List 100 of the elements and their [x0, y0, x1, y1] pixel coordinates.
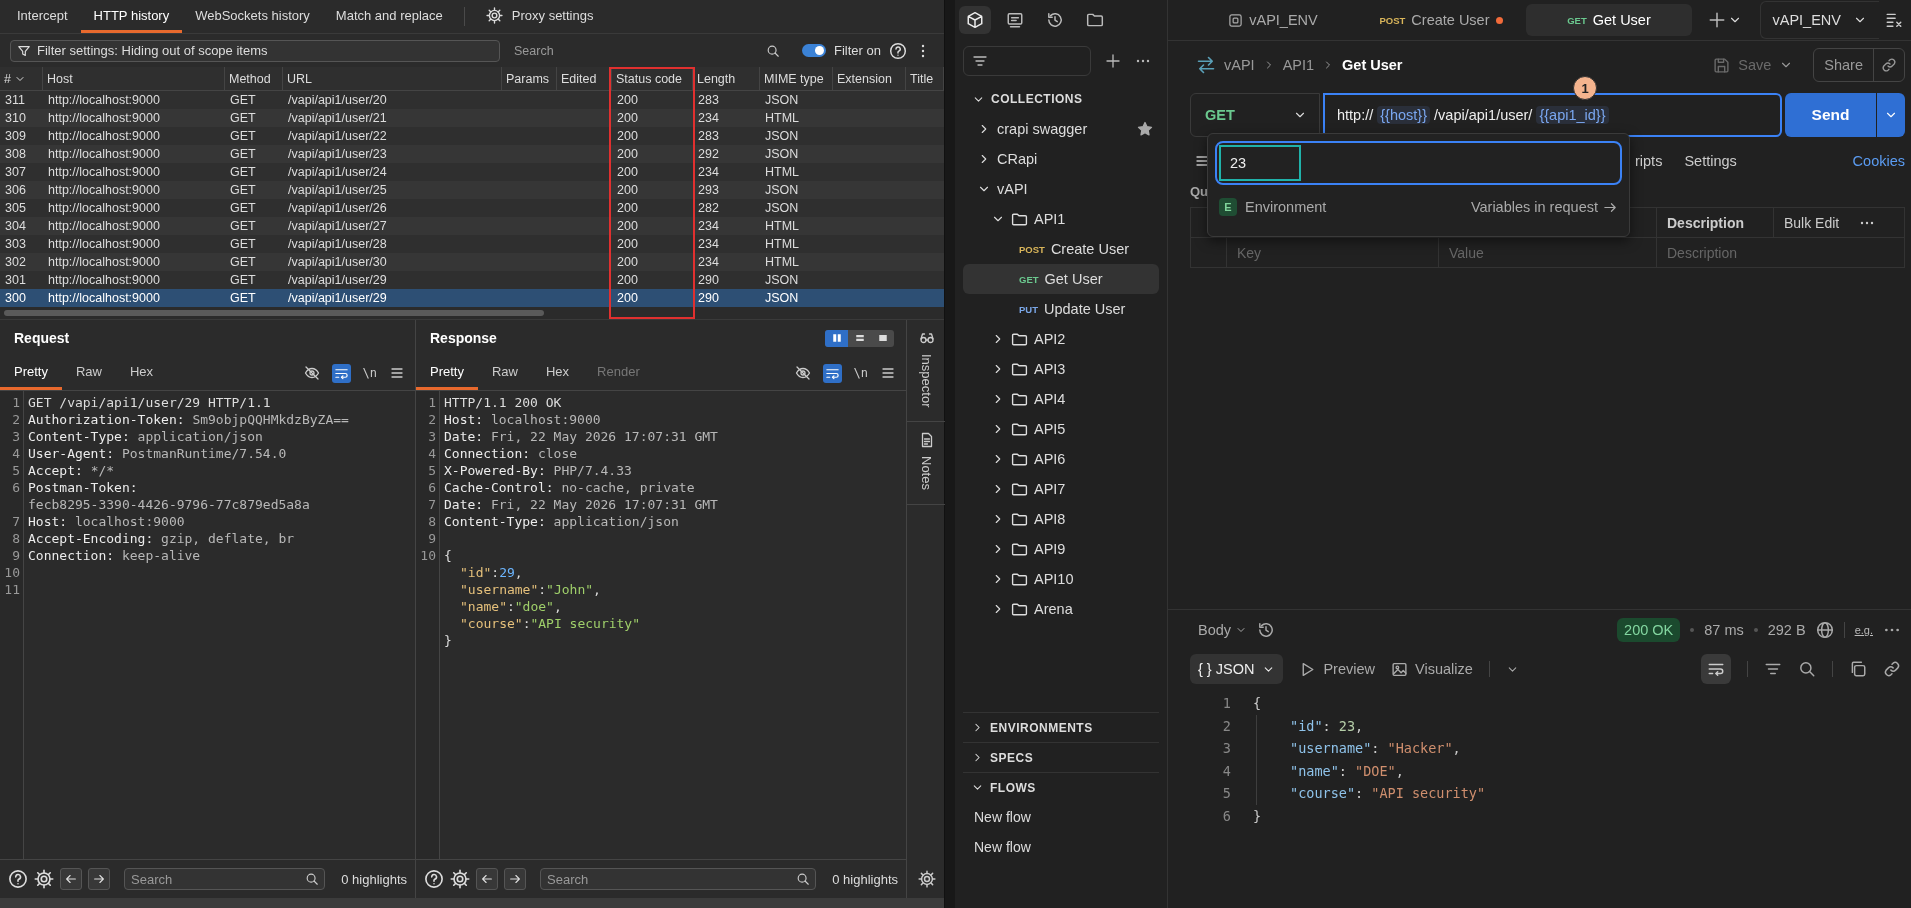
request-item[interactable]: GET Get User: [963, 264, 1159, 294]
highlights-count: 0 highlights: [832, 871, 898, 887]
column-header[interactable]: Edited: [557, 67, 612, 91]
request-item[interactable]: PUT Update User: [963, 294, 1159, 324]
environment-select[interactable]: vAPI_ENV: [1759, 1, 1879, 39]
request-tab[interactable]: GET Get User: [1526, 4, 1692, 36]
table-cell-text: http://localhost:9000: [47, 128, 161, 145]
variable-value-field[interactable]: 23: [1219, 145, 1301, 181]
bulk-edit-button[interactable]: Bulk Edit: [1784, 214, 1840, 231]
table-cell-text: JSON: [764, 182, 800, 199]
search-field[interactable]: Search: [540, 868, 817, 890]
section-header[interactable]: ENVIRONMENTS: [963, 712, 1159, 742]
table-cell-text: GET: [229, 92, 257, 109]
column-header[interactable]: MIME type: [760, 67, 833, 91]
proxy-tab[interactable]: Match and replace: [322, 0, 456, 33]
collection-item[interactable]: crapi swagger: [963, 114, 1159, 144]
cookies-link[interactable]: Cookies: [1852, 153, 1905, 169]
send-button[interactable]: Send: [1785, 93, 1876, 137]
table-cell-text: 283: [697, 128, 720, 145]
newline-toggle[interactable]: \n: [362, 366, 377, 380]
view-tab[interactable]: Hex: [532, 356, 584, 390]
table-cell-text: http://localhost:9000: [47, 272, 161, 289]
folder-item[interactable]: API1: [963, 204, 1159, 234]
request-section-tab[interactable]: ripts: [1635, 153, 1663, 169]
table-cell-text: /vapi/api1/user/29: [287, 272, 388, 289]
column-header[interactable]: Host: [43, 67, 225, 91]
column-header[interactable]: URL: [283, 67, 502, 91]
code-line: Connection: keep-alive: [27, 547, 202, 564]
table-cell-text: GET: [229, 146, 257, 163]
view-tab[interactable]: Raw: [477, 356, 532, 390]
folder-item[interactable]: API8: [963, 504, 1159, 534]
collection-item[interactable]: CRapi: [963, 144, 1159, 174]
column-header[interactable]: Method: [225, 67, 283, 91]
folder-item[interactable]: API6: [963, 444, 1159, 474]
table-cell-text: 306: [4, 182, 27, 199]
column-header[interactable]: Title: [906, 67, 944, 91]
column-header[interactable]: Length: [693, 67, 760, 91]
section-header[interactable]: FLOWS: [963, 772, 1159, 802]
code-line: Content-Type: application/json: [443, 513, 680, 530]
filter-settings-bar[interactable]: Filter settings: Hiding out of scope items: [10, 39, 500, 62]
column-header[interactable]: Params: [502, 67, 557, 91]
table-cell-text: JSON: [764, 200, 800, 217]
proxy-tab[interactable]: HTTP history: [80, 0, 183, 33]
line-number: 7: [11, 513, 21, 530]
column-header[interactable]: #: [0, 67, 43, 91]
table-cell-text: 200: [616, 236, 639, 253]
format-select[interactable]: { } JSON: [1190, 654, 1284, 684]
folder-item[interactable]: API7: [963, 474, 1159, 504]
newline-toggle[interactable]: \n: [853, 366, 868, 380]
line-number: 4: [11, 445, 21, 462]
share-button[interactable]: Share: [1814, 49, 1874, 81]
method-label: POST: [1019, 243, 1045, 255]
search-field[interactable]: Search: [514, 39, 786, 62]
folder-item[interactable]: API9: [963, 534, 1159, 564]
view-tab[interactable]: Raw: [61, 356, 116, 390]
visualize-button[interactable]: Visualize: [1391, 660, 1473, 678]
table-cell-text: GET: [229, 128, 257, 145]
search-field[interactable]: Search: [124, 868, 326, 890]
view-tab[interactable]: Hex: [116, 356, 168, 390]
folder-item[interactable]: Arena: [963, 594, 1159, 624]
section-header[interactable]: SPECS: [963, 742, 1159, 772]
example-button[interactable]: e.g.: [1854, 624, 1873, 636]
folder-item[interactable]: API2: [963, 324, 1159, 354]
proxy-settings-button[interactable]: Proxy settings: [472, 0, 607, 33]
column-header[interactable]: Status code: [612, 67, 693, 91]
request-tab[interactable]: POST Create User: [1358, 4, 1524, 36]
request-tab[interactable]: vAPI_ENV: [1190, 4, 1356, 36]
folder-item[interactable]: API10: [963, 564, 1159, 594]
preview-button[interactable]: Preview: [1299, 660, 1375, 678]
table-cell-text: 234: [697, 218, 720, 235]
table-cell-text: 309: [4, 128, 27, 145]
table-cell-text: 234: [697, 254, 720, 271]
collection-item[interactable]: vAPI: [963, 174, 1159, 204]
flow-item[interactable]: New flow: [955, 802, 1167, 832]
code-line: User-Agent: PostmanRuntime/7.54.0: [27, 445, 288, 462]
section-header[interactable]: COLLECTIONS: [955, 84, 1167, 114]
section-label: Qu: [1190, 183, 1209, 199]
column-header[interactable]: Extension: [833, 67, 906, 91]
request-section-tab[interactable]: Settings: [1684, 153, 1737, 169]
line-number: 8: [427, 513, 437, 530]
status-badge: 200 OK: [1617, 618, 1681, 642]
table-cell-text: 200: [616, 182, 639, 199]
side-tab[interactable]: Inspector: [919, 354, 934, 408]
variables-link[interactable]: Variables in request: [1470, 199, 1618, 215]
proxy-tab[interactable]: Intercept: [4, 0, 81, 33]
folder-item[interactable]: API3: [963, 354, 1159, 384]
line-number: 3: [427, 428, 437, 445]
folder-item[interactable]: API5: [963, 414, 1159, 444]
table-cell-text: /vapi/api1/user/29: [287, 290, 388, 307]
table-cell-text: 200: [616, 164, 639, 181]
request-item[interactable]: POST Create User: [963, 234, 1159, 264]
table-cell-text: http://localhost:9000: [47, 290, 161, 307]
table-cell-text: 307: [4, 164, 27, 181]
breadcrumb-item[interactable]: API1: [1282, 57, 1315, 73]
flow-item[interactable]: New flow: [955, 832, 1167, 862]
side-tab[interactable]: Notes: [919, 456, 934, 491]
breadcrumb-item[interactable]: vAPI: [1224, 57, 1255, 73]
proxy-tab[interactable]: WebSockets history: [182, 0, 323, 33]
folder-item[interactable]: API4: [963, 384, 1159, 414]
body-select[interactable]: Body: [1198, 622, 1248, 638]
